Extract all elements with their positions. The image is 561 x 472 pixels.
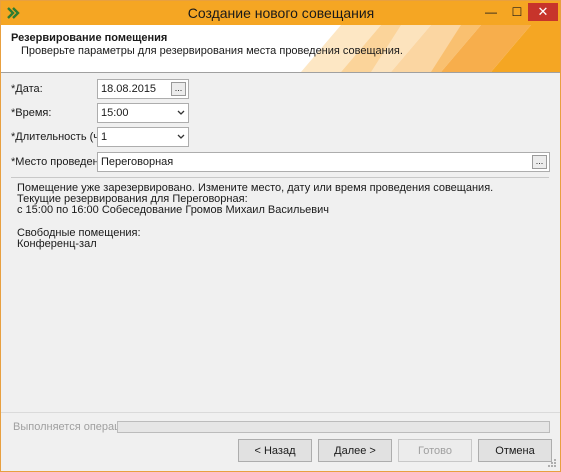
minimize-button[interactable]: — [478, 3, 504, 21]
wizard-header: Резервирование помещения Проверьте парам… [1, 25, 560, 72]
location-value: Переговорная [101, 156, 174, 168]
duration-select[interactable]: 1 [97, 127, 189, 147]
next-button[interactable]: Далее > [318, 439, 392, 462]
close-button[interactable]: ✕ [528, 3, 558, 21]
window-title: Создание нового совещания [187, 5, 375, 21]
back-button[interactable]: < Назад [238, 439, 312, 462]
form-divider [11, 177, 549, 178]
chevron-down-icon[interactable] [177, 109, 185, 117]
reservation-entry: с 15:00 по 16:00 Собеседование Громов Ми… [17, 204, 330, 216]
duration-label: *Длительность (ч): [11, 131, 106, 143]
app-logo-icon [7, 6, 21, 20]
date-field[interactable]: 18.08.2015 ... [97, 79, 189, 99]
footer-divider [1, 412, 560, 413]
time-value: 15:00 [101, 107, 129, 119]
resize-grip-icon[interactable] [547, 458, 557, 468]
cancel-button[interactable]: Отмена [478, 439, 552, 462]
step-title: Резервирование помещения [11, 32, 168, 44]
dialog-window: Создание нового совещания — ☐ ✕ Резервир… [0, 0, 561, 472]
operation-progress-bar [117, 421, 550, 433]
date-label: *Дата: [11, 83, 43, 95]
maximize-button[interactable]: ☐ [504, 3, 530, 21]
chevron-down-icon[interactable] [177, 133, 185, 141]
operation-status-label: Выполняется операция [13, 421, 133, 433]
location-picker-button[interactable]: ... [532, 155, 547, 169]
time-select[interactable]: 15:00 [97, 103, 189, 123]
date-picker-button[interactable]: ... [171, 82, 186, 96]
finish-button[interactable]: Готово [398, 439, 472, 462]
duration-value: 1 [101, 131, 108, 143]
date-value: 18.08.2015 [101, 83, 157, 95]
free-room-item: Конференц-зал [17, 238, 97, 250]
time-label: *Время: [11, 107, 52, 119]
header-separator [1, 72, 560, 73]
location-field[interactable]: Переговорная ... [97, 152, 550, 172]
step-subtitle: Проверьте параметры для резервирования м… [21, 45, 403, 57]
title-bar[interactable]: Создание нового совещания — ☐ ✕ [1, 1, 560, 25]
